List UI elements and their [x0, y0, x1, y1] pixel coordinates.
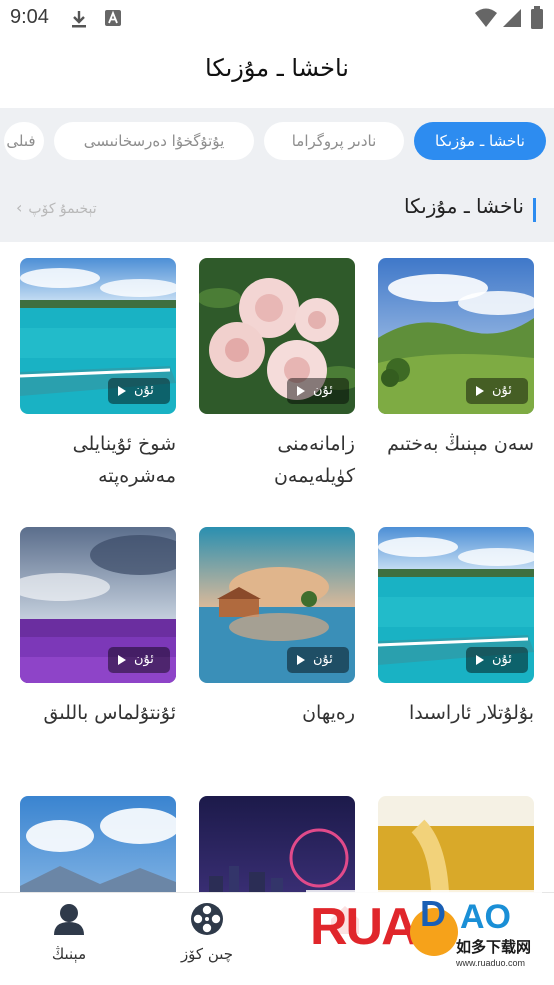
- app-a-icon: [105, 10, 121, 26]
- user-icon: [54, 904, 84, 935]
- svg-text:RUA: RUA: [310, 898, 418, 956]
- play-icon: [476, 654, 484, 665]
- section-header: ناخشا ـ مۇزىكا ‹ تېخىمۇ كۆپ: [0, 176, 554, 242]
- play-icon: [118, 385, 126, 396]
- video-thumbnail[interactable]: ئۇن: [199, 527, 355, 683]
- video-title: رەيھان: [302, 702, 355, 724]
- video-thumbnail[interactable]: ئۇن: [378, 527, 534, 683]
- play-icon: [476, 385, 484, 396]
- svg-text:D: D: [420, 893, 446, 934]
- play-badge: ئۇن: [287, 378, 349, 404]
- wifi-icon: [475, 8, 497, 27]
- play-badge: ئۇن: [287, 647, 349, 673]
- play-icon: [297, 654, 305, 665]
- status-bar: 9:04: [0, 0, 554, 38]
- category-tabs: ناخشا ـ مۇزىكا نادىر پروگراما يۇتۇگخۇا د…: [0, 108, 554, 176]
- section-accent-bar: [533, 198, 536, 222]
- svg-text:如多下载网: 如多下载网: [456, 938, 531, 956]
- tab-music[interactable]: ناخشا ـ مۇزىكا: [414, 122, 546, 160]
- section-title: ناخشا ـ مۇزىكا: [404, 194, 524, 218]
- video-thumbnail[interactable]: ئۇن: [20, 527, 176, 683]
- video-title: بۇلۇتلار ئاراسىدا: [409, 702, 534, 724]
- video-thumbnail[interactable]: ئۇن: [378, 258, 534, 414]
- video-title: ئۇنتۇلماس باللىق: [43, 702, 176, 724]
- play-badge: ئۇن: [466, 378, 528, 404]
- nav-item-mine[interactable]: مېنىڭ: [14, 901, 124, 963]
- video-title: شوخ ئۇينايلى مەشرەپتە: [72, 433, 176, 487]
- status-time: 9:04: [10, 6, 49, 28]
- clouds-mountains-image: [20, 796, 176, 892]
- svg-text:www.ruaduo.com: www.ruaduo.com: [455, 958, 525, 968]
- chevron-left-icon: ‹: [16, 198, 23, 217]
- page-title: ناخشا ـ مۇزىكا: [205, 54, 349, 82]
- video-title: سەن مېنىڭ بەختىم: [387, 433, 534, 455]
- nav-label-mine: مېنىڭ: [51, 945, 87, 963]
- tab-rare-programs[interactable]: نادىر پروگراما: [264, 122, 404, 160]
- play-badge: ئۇن: [466, 647, 528, 673]
- battery-icon: [531, 6, 543, 29]
- watermark-logo: RUA D AO 如多下载网 www.ruaduo.com: [306, 886, 542, 974]
- city-night-image: [199, 796, 355, 892]
- play-badge: ئۇن: [108, 378, 170, 404]
- tab-films[interactable]: فىلى: [4, 122, 44, 160]
- film-reel-icon: [191, 903, 223, 935]
- download-icon: [72, 11, 86, 28]
- wheat-field-image: [378, 796, 534, 892]
- play-icon: [118, 654, 126, 665]
- more-link[interactable]: ‹ تېخىمۇ كۆپ: [16, 198, 97, 217]
- signal-icon: [503, 9, 521, 27]
- video-thumbnail[interactable]: [378, 796, 534, 892]
- svg-text:AO: AO: [460, 898, 511, 936]
- nav-label-films: چىن كۆز: [180, 945, 234, 963]
- play-badge: ئۇن: [108, 647, 170, 673]
- video-thumbnail[interactable]: ئۇن: [199, 258, 355, 414]
- video-thumbnail[interactable]: [20, 796, 176, 892]
- nav-item-films[interactable]: چىن كۆز: [152, 901, 262, 963]
- tab-lessons[interactable]: يۇتۇگخۇا دەرسخانىسى: [54, 122, 254, 160]
- ruandao-logo: RUA D AO 如多下载网 www.ruaduo.com: [306, 890, 542, 970]
- video-thumbnail[interactable]: [199, 796, 355, 892]
- video-grid: ئۇن سەن مېنىڭ بەختىم ئۇن زامانەمنى كۈيلە…: [0, 242, 554, 892]
- app-header: ناخشا ـ مۇزىكا: [0, 38, 554, 108]
- video-thumbnail[interactable]: ئۇن: [20, 258, 176, 414]
- video-title: زامانەمنى كۈيلەيمەن: [273, 433, 355, 487]
- play-icon: [297, 385, 305, 396]
